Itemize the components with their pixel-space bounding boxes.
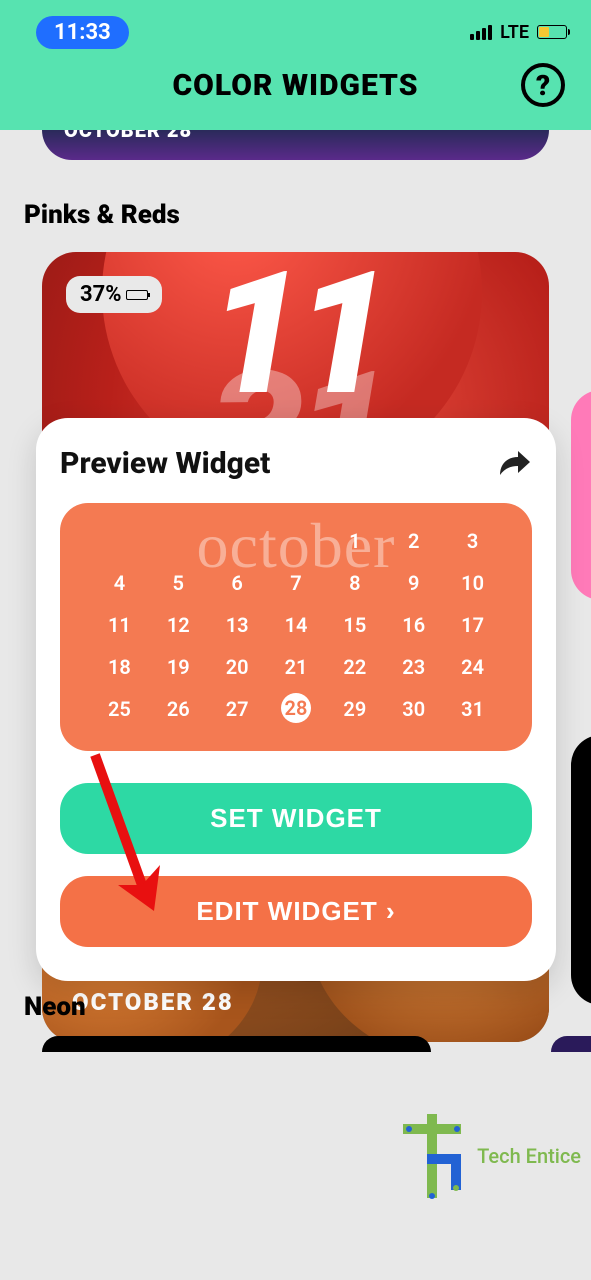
calendar-day: 18	[90, 651, 149, 683]
calendar-grid: 1234567891011121314151617181920212223242…	[90, 525, 502, 725]
share-arrow-icon	[498, 449, 532, 479]
section-pinks-reds: Pinks & Reds	[24, 200, 573, 230]
peek-pink-widget[interactable]	[571, 390, 591, 600]
calendar-day: 13	[208, 609, 267, 641]
neon-widget-top[interactable]	[42, 1036, 431, 1052]
calendar-day: 14	[267, 609, 326, 641]
watermark-logo-icon	[397, 1110, 467, 1202]
previous-widget-date: OCTOBER 28	[64, 130, 192, 142]
calendar-widget-preview: october 12345678910111213141516171819202…	[60, 503, 532, 751]
calendar-day: 30	[384, 693, 443, 725]
preview-title: Preview Widget	[60, 446, 270, 481]
app-header: 11:33 LTE COLOR WIDGETS ?	[0, 0, 591, 130]
calendar-day	[267, 525, 326, 557]
calendar-day: 11	[90, 609, 149, 641]
peek-black-widget[interactable]	[571, 735, 591, 1005]
app-title: COLOR WIDGETS	[172, 68, 418, 103]
share-button[interactable]	[498, 449, 532, 479]
widget-battery-pill: 37%	[66, 276, 162, 313]
pumpkin-date: OCTOBER 28	[72, 988, 234, 1016]
calendar-day: 31	[443, 693, 502, 725]
help-button[interactable]: ?	[521, 63, 565, 107]
calendar-day: 27	[208, 693, 267, 725]
calendar-day: 17	[443, 609, 502, 641]
calendar-day: 20	[208, 651, 267, 683]
calendar-day: 26	[149, 693, 208, 725]
calendar-day: 4	[90, 567, 149, 599]
calendar-day: 21	[267, 651, 326, 683]
calendar-day: 3	[443, 525, 502, 557]
network-label: LTE	[500, 22, 529, 43]
calendar-day: 16	[384, 609, 443, 641]
set-widget-button[interactable]: SET WIDGET	[60, 783, 532, 854]
watermark-text: Tech Entice	[477, 1144, 581, 1168]
app-title-row: COLOR WIDGETS ?	[0, 50, 591, 120]
calendar-day: 7	[267, 567, 326, 599]
calendar-day: 24	[443, 651, 502, 683]
calendar-day: 29	[325, 693, 384, 725]
calendar-day: 6	[208, 567, 267, 599]
calendar-day: 25	[90, 693, 149, 725]
calendar-day: 9	[384, 567, 443, 599]
edit-widget-button[interactable]: EDIT WIDGET ›	[60, 876, 532, 947]
battery-icon	[537, 25, 567, 39]
calendar-day	[149, 525, 208, 557]
neon-widget-top-right[interactable]	[551, 1036, 591, 1052]
calendar-day	[90, 525, 149, 557]
calendar-day: 19	[149, 651, 208, 683]
widget-battery-text: 37%	[80, 282, 122, 307]
calendar-day: 10	[443, 567, 502, 599]
watermark: Tech Entice	[397, 1110, 581, 1202]
calendar-day: 2	[384, 525, 443, 557]
signal-icon	[470, 25, 492, 40]
calendar-day: 15	[325, 609, 384, 641]
status-bar: 11:33 LTE	[0, 0, 591, 50]
calendar-day	[208, 525, 267, 557]
calendar-day: 5	[149, 567, 208, 599]
calendar-day: 8	[325, 567, 384, 599]
previous-widget-card[interactable]: OCTOBER 28	[42, 130, 549, 160]
status-right: LTE	[470, 22, 567, 43]
preview-widget-modal: Preview Widget october 12345678910111213…	[36, 418, 556, 981]
calendar-day-today: 28	[281, 693, 311, 723]
question-icon: ?	[536, 69, 550, 102]
status-time: 11:33	[36, 16, 129, 49]
section-neon: Neon	[24, 992, 86, 1022]
battery-small-icon	[126, 290, 148, 300]
calendar-day: 1	[325, 525, 384, 557]
calendar-day: 23	[384, 651, 443, 683]
calendar-day: 12	[149, 609, 208, 641]
calendar-day: 22	[325, 651, 384, 683]
